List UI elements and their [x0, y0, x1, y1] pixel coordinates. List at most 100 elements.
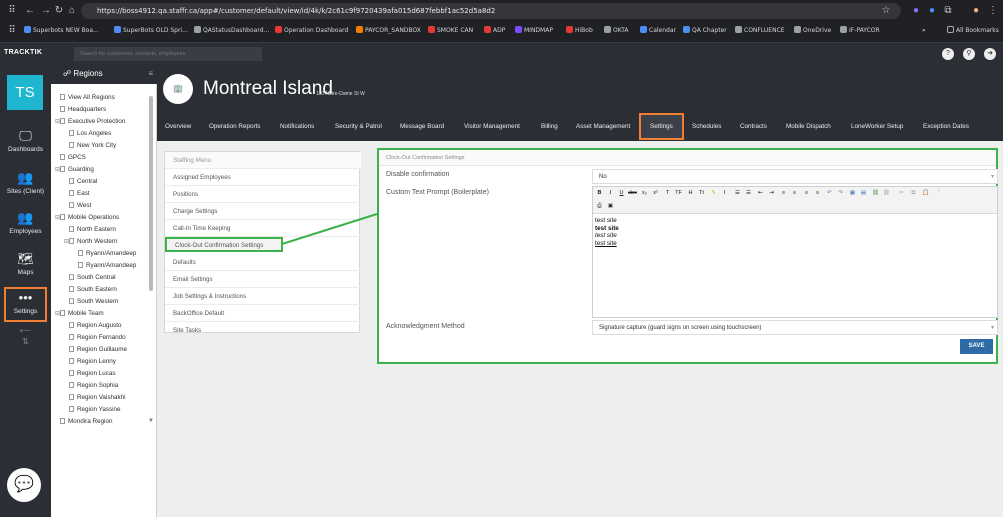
tree-node[interactable]: Region Guillaume [55, 344, 147, 356]
tree-node[interactable]: Region Sophia [55, 380, 147, 392]
nav-maps[interactable]: 🗺 Maps [0, 251, 51, 276]
outdent-icon[interactable]: ⇤ [756, 189, 765, 198]
tree-node[interactable]: Headquarters [55, 104, 147, 116]
menu-job-settings-instructions[interactable]: Job Settings & Instructions [165, 288, 361, 305]
menu-call-in-time-keeping[interactable]: Call-In Time Keeping [165, 220, 361, 237]
menu-backoffice-default[interactable]: BackOffice Default [165, 305, 361, 322]
all-bookmarks[interactable]: All Bookmarks [947, 25, 999, 37]
highlight-icon[interactable]: ✎ [709, 189, 718, 198]
save-button[interactable]: SAVE [960, 339, 993, 354]
browser-menu-icon[interactable]: ⋮ [987, 5, 999, 17]
bookmark-item[interactable]: SMOKE CAN [428, 25, 473, 37]
tree-node[interactable]: ⊟ Mobile Operations [55, 212, 147, 224]
scroll-down-icon[interactable]: ▼ [148, 418, 154, 424]
tree-node[interactable]: ⊟ Executive Protection [55, 116, 147, 128]
bookmark-star-icon[interactable]: ☆ [880, 5, 892, 17]
bold-icon[interactable]: B [595, 189, 604, 198]
menu-charge-settings[interactable]: Charge Settings [165, 203, 361, 220]
home-icon[interactable]: ⌂ [66, 5, 78, 17]
bookmark-item[interactable]: OneDrive [794, 25, 831, 37]
user-initials-avatar[interactable]: TS [7, 75, 43, 110]
help-icon[interactable]: ? [942, 48, 954, 60]
bookmark-item[interactable]: PAYCOR_SANDBOX [356, 25, 421, 37]
tree-node[interactable]: Region Augusto [55, 320, 147, 332]
apps-grid-icon[interactable]: ⠿ [6, 25, 18, 37]
tree-node[interactable]: Region Lenny [55, 356, 147, 368]
menu-lines-icon[interactable]: ≡ [148, 64, 153, 84]
bookmark-item[interactable]: IF-PAYCOR [840, 25, 880, 37]
bookmark-item[interactable]: HiBob [566, 25, 593, 37]
undo-icon[interactable]: ↶ [825, 189, 834, 198]
bookmark-item[interactable]: Calendar [640, 25, 676, 37]
forward-icon[interactable]: → [40, 5, 52, 17]
tree-node[interactable]: ⊟ North Western [55, 236, 147, 248]
image-icon[interactable]: ▤ [859, 189, 868, 198]
apps-grid-icon[interactable]: ⠿ [6, 5, 18, 17]
acknowledgment-method-select[interactable]: Signature capture (guard signs on screen… [592, 320, 998, 335]
tree-node[interactable]: Region Fernando [55, 332, 147, 344]
bookmark-item[interactable]: Operation Dashboard [275, 25, 348, 37]
tree-node[interactable]: GPCS [55, 152, 147, 164]
underline-icon[interactable]: U [617, 189, 626, 198]
tree-node[interactable]: Region Lucas [55, 368, 147, 380]
unordered-list-icon[interactable]: ☰ [733, 189, 742, 198]
tab-security-patrol[interactable]: Security & Patrol [335, 112, 382, 141]
italic-icon[interactable]: I [606, 189, 615, 198]
nav-employees[interactable]: 👥 Employees [0, 210, 51, 235]
clear-format-icon[interactable]: Ⅰ [720, 189, 729, 198]
tree-node[interactable]: Central [55, 176, 147, 188]
site-avatar[interactable]: 🏢 [163, 74, 193, 104]
extension-icon[interactable]: ● [926, 5, 938, 17]
tree-node[interactable]: ⊟ Mobile Team [55, 308, 147, 320]
heading-icon[interactable]: H [686, 189, 695, 198]
superscript-icon[interactable]: x² [651, 189, 660, 198]
tree-node[interactable]: South Western [55, 296, 147, 308]
font-family-icon[interactable]: TF [674, 189, 683, 198]
paste-word-icon[interactable]: 📄 [933, 189, 942, 198]
paste-icon[interactable]: 📋 [921, 189, 930, 198]
cut-icon[interactable]: ✂ [897, 189, 906, 198]
bookmark-item[interactable]: Superbots NEW Boa... [24, 25, 99, 37]
extension-icon[interactable]: ● [910, 5, 922, 17]
bookmark-item[interactable]: QAStatusDashboard... [194, 25, 269, 37]
ordered-list-icon[interactable]: ☰ [744, 189, 753, 198]
tree-node[interactable]: Mondira Region [55, 416, 147, 428]
tree-node[interactable]: ⊟ Guarding [55, 164, 147, 176]
copy-icon[interactable]: ⧉ [909, 189, 918, 198]
tab-asset-management[interactable]: Asset Management [576, 112, 630, 141]
menu-clock-out-confirmation-settings[interactable]: Clock-Out Confirmation Settings [165, 237, 361, 254]
tab-operation-reports[interactable]: Operation Reports [209, 112, 260, 141]
tree-node[interactable]: Region Vaishakhi [55, 392, 147, 404]
bookmark-item[interactable]: ADP [484, 25, 505, 37]
menu-defaults[interactable]: Defaults [165, 254, 361, 271]
menu-assigned-employees[interactable]: Assigned Employees [165, 169, 361, 186]
tree-scrollbar[interactable] [149, 96, 153, 291]
rich-text-editor[interactable]: B I U abc x₂ x² T TF H Tt ✎ Ⅰ ☰ ☰ ⇤ ⇥ ≡ … [592, 186, 998, 318]
menu-positions[interactable]: Positions [165, 186, 361, 203]
tree-node[interactable]: Ryann/Amandeep [55, 248, 147, 260]
profile-avatar-icon[interactable]: ● [970, 5, 982, 17]
align-left-icon[interactable]: ≡ [779, 189, 788, 198]
strikethrough-icon[interactable]: abc [628, 189, 637, 198]
menu-site-tasks[interactable]: Site Tasks [165, 322, 361, 339]
tab-settings[interactable]: Settings [650, 112, 673, 141]
address-bar[interactable]: https://boss4912.qa.staffr.ca/app#/custo… [81, 3, 901, 19]
subscript-icon[interactable]: x₂ [640, 189, 649, 198]
tree-node[interactable]: South Eastern [55, 284, 147, 296]
tab-mobile-dispatch[interactable]: Mobile Dispatch [786, 112, 831, 141]
tree-node[interactable]: Ryann/Amandeep [55, 260, 147, 272]
align-right-icon[interactable]: ≡ [802, 189, 811, 198]
tree-node[interactable]: Los Angeles [55, 128, 147, 140]
nav-dashboards[interactable]: 🖵 Dashboards [0, 128, 51, 153]
indent-icon[interactable]: ⇥ [767, 189, 776, 198]
collapse-left-icon[interactable]: ⟵ [0, 326, 51, 335]
link-icon[interactable]: ⛓ [871, 189, 880, 198]
justify-icon[interactable]: ≡ [813, 189, 822, 198]
tab-visitor-management[interactable]: Visitor Management [464, 112, 520, 141]
font-size-icon[interactable]: Tt [697, 189, 706, 198]
print-icon[interactable]: ⎙ [595, 202, 604, 211]
source-code-icon[interactable]: ▣ [606, 202, 615, 211]
menu-email-settings[interactable]: Email Settings [165, 271, 361, 288]
reload-icon[interactable]: ↻ [53, 5, 65, 17]
tree-node[interactable]: Region Yassine [55, 404, 147, 416]
